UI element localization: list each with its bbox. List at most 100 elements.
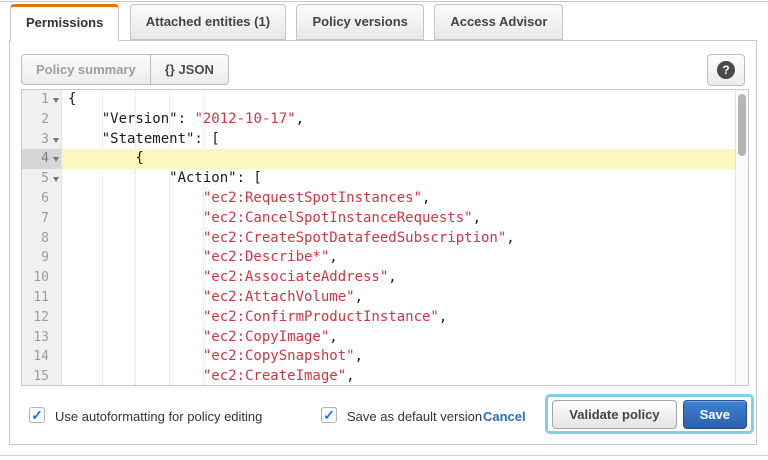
code-line-11[interactable]: "ec2:AttachVolume",: [62, 288, 735, 308]
code-line-3[interactable]: "Statement": [: [62, 130, 735, 150]
code-token: ,: [439, 309, 447, 325]
code-token: "Statement": [: [68, 131, 220, 147]
string-token: "ec2:CopyImage": [203, 329, 329, 345]
code-rows: { "Version": "2012-10-17", "Statement": …: [62, 90, 735, 385]
code-token: [68, 309, 203, 325]
top-divider: [0, 1, 768, 2]
code-token: [68, 289, 203, 305]
code-token: ,: [329, 249, 337, 265]
string-token: "ec2:CreateSpotDatafeedSubscription": [203, 230, 506, 246]
code-line-6[interactable]: "ec2:RequestSpotInstances",: [62, 189, 735, 209]
code-token: {: [68, 91, 76, 107]
tab-attached-entities[interactable]: Attached entities (1): [130, 4, 286, 40]
help-button[interactable]: ?: [707, 54, 745, 86]
checkmark-icon: ✓: [31, 408, 43, 422]
code-token: ,: [506, 230, 514, 246]
string-token: "ec2:Describe*": [203, 249, 329, 265]
scrollbar-thumb[interactable]: [738, 94, 746, 156]
gutter: 123456789101112131415: [22, 90, 62, 385]
gutter-line-15: 15: [22, 367, 61, 386]
fold-arrow-icon[interactable]: [53, 98, 59, 103]
gutter-line-4[interactable]: 4: [22, 149, 61, 169]
code-token: ,: [329, 329, 337, 345]
string-token: "ec2:AssociateAddress": [203, 269, 388, 285]
code-token: [68, 190, 203, 206]
gutter-line-6: 6: [22, 189, 61, 209]
editor-scrollbar[interactable]: [735, 90, 748, 385]
gutter-line-10: 10: [22, 268, 61, 288]
tab-policy-versions[interactable]: Policy versions: [296, 4, 423, 40]
string-token: "ec2:AttachVolume": [203, 289, 355, 305]
json-policy-editor[interactable]: 123456789101112131415 { "Version": "2012…: [21, 89, 749, 386]
validate-policy-button[interactable]: Validate policy: [552, 400, 676, 429]
code-token: ,: [473, 210, 481, 226]
tab-bar: Permissions Attached entities (1) Policy…: [10, 4, 569, 41]
code-token: [68, 348, 203, 364]
gutter-line-8: 8: [22, 229, 61, 249]
code-token: ,: [355, 289, 363, 305]
string-token: "2012-10-17": [194, 111, 295, 127]
code-token: ,: [422, 190, 430, 206]
gutter-line-11: 11: [22, 288, 61, 308]
save-button[interactable]: Save: [683, 400, 747, 429]
save-default-version-checkbox[interactable]: ✓: [321, 407, 337, 423]
checkmark-icon: ✓: [323, 408, 335, 422]
string-token: "ec2:ConfirmProductInstance": [203, 309, 439, 325]
code-line-14[interactable]: "ec2:CopySnapshot",: [62, 347, 735, 367]
code-line-8[interactable]: "ec2:CreateSpotDatafeedSubscription",: [62, 229, 735, 249]
string-token: "ec2:RequestSpotInstances": [203, 190, 422, 206]
fold-arrow-icon[interactable]: [53, 177, 59, 182]
tab-permissions[interactable]: Permissions: [10, 4, 119, 41]
json-view-button[interactable]: {} JSON: [151, 55, 228, 84]
code-token: ,: [346, 368, 354, 384]
code-line-4[interactable]: {: [62, 149, 735, 169]
code-token: [68, 230, 203, 246]
gutter-line-2: 2: [22, 110, 61, 130]
gutter-line-13: 13: [22, 328, 61, 348]
code-line-15[interactable]: "ec2:CreateImage",: [62, 367, 735, 385]
action-buttons-focus-ring: Validate policy Save: [545, 394, 754, 434]
code-token: [68, 249, 203, 265]
gutter-line-1[interactable]: 1: [22, 90, 61, 110]
code-token: ,: [388, 269, 396, 285]
code-line-5[interactable]: "Action": [: [62, 169, 735, 189]
gutter-line-9: 9: [22, 248, 61, 268]
gutter-line-14: 14: [22, 347, 61, 367]
fold-arrow-icon[interactable]: [53, 138, 59, 143]
code-token: [68, 368, 203, 384]
question-mark-icon: ?: [717, 61, 735, 79]
code-token: "Version":: [68, 111, 194, 127]
string-token: "ec2:CopySnapshot": [203, 348, 355, 364]
gutter-line-5[interactable]: 5: [22, 169, 61, 189]
autoformat-label[interactable]: Use autoformatting for policy editing: [55, 409, 262, 424]
code-token: [68, 329, 203, 345]
code-token: "Action": [: [68, 170, 262, 186]
gutter-line-7: 7: [22, 209, 61, 229]
code-token: [68, 269, 203, 285]
code-layer: { "Version": "2012-10-17", "Statement": …: [62, 90, 735, 385]
view-toggle-group: Policy summary {} JSON: [21, 54, 229, 85]
code-line-10[interactable]: "ec2:AssociateAddress",: [62, 268, 735, 288]
policy-summary-button[interactable]: Policy summary: [22, 55, 151, 84]
tab-access-advisor[interactable]: Access Advisor: [434, 4, 563, 40]
string-token: "ec2:CancelSpotInstanceRequests": [203, 210, 473, 226]
policy-editor-page: Permissions Attached entities (1) Policy…: [0, 0, 768, 460]
code-line-7[interactable]: "ec2:CancelSpotInstanceRequests",: [62, 209, 735, 229]
code-line-13[interactable]: "ec2:CopyImage",: [62, 328, 735, 348]
fold-arrow-icon[interactable]: [53, 157, 59, 162]
save-default-version-label[interactable]: Save as default version: [347, 409, 482, 424]
permissions-panel: Policy summary {} JSON ? 123456789101112…: [9, 40, 757, 445]
code-line-1[interactable]: {: [62, 90, 735, 110]
bottom-divider: [0, 455, 768, 456]
gutter-line-3[interactable]: 3: [22, 130, 61, 150]
code-token: ,: [296, 111, 304, 127]
code-line-12[interactable]: "ec2:ConfirmProductInstance",: [62, 308, 735, 328]
gutter-line-12: 12: [22, 308, 61, 328]
autoformat-checkbox[interactable]: ✓: [29, 407, 45, 423]
cancel-link[interactable]: Cancel: [483, 409, 526, 424]
code-line-9[interactable]: "ec2:Describe*",: [62, 248, 735, 268]
string-token: "ec2:CreateImage": [203, 368, 346, 384]
code-line-2[interactable]: "Version": "2012-10-17",: [62, 110, 735, 130]
code-token: {: [68, 150, 144, 166]
code-token: [68, 210, 203, 226]
